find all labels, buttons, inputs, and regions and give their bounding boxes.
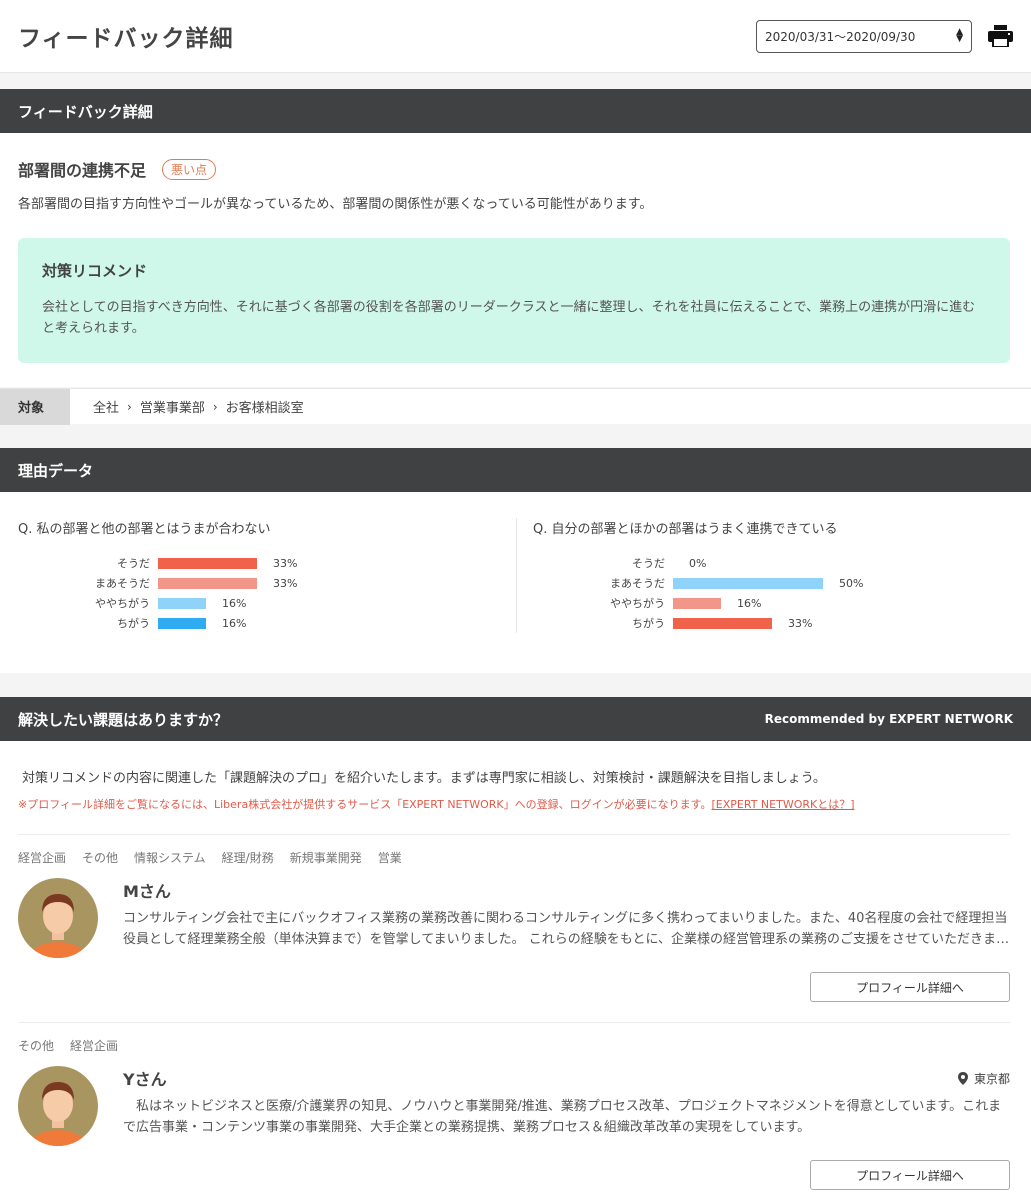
bar-row: ちがう 33%: [533, 613, 1031, 633]
bar-label: ややちがう: [95, 597, 150, 610]
expert-tags: 経営企画 その他 情報システム 経理/財務 新規事業開発 営業: [18, 849, 1010, 866]
recommend-box: 対策リコメンド 会社としての目指すべき方向性、それに基づく各部署の役割を各部署の…: [18, 238, 1010, 363]
breadcrumb: 全社 › 営業事業部 › お客様相談室: [93, 397, 304, 417]
avatar: [18, 1066, 98, 1146]
top-header: フィードバック詳細 2020/03/31〜2020/09/30 ▲ ▼: [0, 0, 1031, 73]
location-text: 東京都: [973, 1071, 1010, 1086]
expert-main: Mさんコンサルティング会社で主にバックオフィス業務の業務改善に関わるコンサルティ…: [18, 878, 1010, 958]
expert-info: Mさんコンサルティング会社で主にバックオフィス業務の業務改善に関わるコンサルティ…: [123, 878, 1010, 958]
bar: [158, 597, 206, 609]
bar-row: まあそうだ 33%: [18, 573, 516, 593]
target-label: 対象: [0, 388, 70, 425]
breadcrumb-item: お客様相談室: [225, 401, 304, 416]
expert-panel: 対策リコメンドの内容に関連した「課題解決のプロ」を紹介いたします。まずは専門家に…: [0, 741, 1031, 1200]
bar-row: まあそうだ 50%: [533, 573, 1031, 593]
bar-label: ややちがう: [610, 597, 665, 610]
date-range-select[interactable]: 2020/03/31〜2020/09/30 ▲ ▼: [756, 19, 972, 53]
expert-description: コンサルティング会社で主にバックオフィス業務の業務改善に関わるコンサルティングに…: [123, 911, 1008, 947]
profile-detail-button[interactable]: プロフィール詳細へ: [810, 1160, 1010, 1190]
feedback-section-header: フィードバック詳細: [0, 89, 1031, 133]
feedback-panel: 部署間の連携不足 悪い点 各部署間の目指す方向性やゴールが異なっているため、部署…: [0, 133, 1031, 387]
bar-label: ちがう: [117, 617, 150, 630]
bar: [673, 577, 823, 589]
expert-section-title: 解決したい課題はありますか？: [18, 710, 229, 729]
expert-name: Yさん: [123, 1070, 167, 1089]
bar-label: ちがう: [632, 617, 665, 630]
expert-tag: その他: [18, 1039, 55, 1053]
bar-row: そうだ 0%: [533, 553, 1031, 573]
select-arrows-icon: ▲ ▼: [956, 27, 963, 44]
reason-section-title: 理由データ: [18, 461, 94, 480]
expert-description: 私はネットビジネスと医療/介護業界の知見、ノウハウと事業開発/推進、業務プロセス…: [123, 1099, 1002, 1135]
bar-value: 16%: [737, 596, 762, 610]
feedback-section-title: フィードバック詳細: [18, 102, 153, 121]
avatar: [18, 878, 98, 958]
bar-value: 33%: [273, 576, 298, 590]
profile-detail-button[interactable]: プロフィール詳細へ: [810, 972, 1010, 1002]
bar: [158, 577, 257, 589]
issue-title: 部署間の連携不足: [18, 161, 147, 180]
bar-value: 33%: [788, 616, 813, 630]
bar-value: 16%: [222, 616, 247, 630]
target-row: 対象 全社 › 営業事業部 › お客様相談室: [0, 388, 1031, 425]
expert-info: Yさん 東京都 私はネットビジネスと医療/介護業界の知見、ノウハウと事業開発/推進…: [123, 1066, 1010, 1146]
expert-main: Yさん 東京都 私はネットビジネスと医療/介護業界の知見、ノウハウと事業開発/推進…: [18, 1066, 1010, 1146]
expert-card: 経営企画 その他 情報システム 経理/財務 新規事業開発 営業 Mさんコンサルティング会社で…: [18, 835, 1010, 1002]
expert-tag: 情報システム: [134, 851, 206, 865]
question-title: Q. 私の部署と他の部署とはうまが合わない: [18, 522, 271, 537]
print-icon[interactable]: [988, 25, 1013, 48]
page-title: フィードバック詳細: [18, 26, 234, 52]
bar: [673, 617, 772, 629]
question-title: Q. 自分の部署とほかの部署はうまく連携できている: [533, 522, 838, 537]
bar-label: まあそうだ: [95, 577, 150, 590]
issue-description: 各部署間の目指す方向性やゴールが異なっているため、部署間の関係性が悪くなっている…: [18, 197, 653, 212]
recommend-body: 会社としての目指すべき方向性、それに基づく各部署の役割を各部署のリーダークラスと…: [42, 300, 976, 336]
recommended-by-label: Recommended by EXPERT NETWORK: [764, 712, 1013, 726]
question-chart: Q. 私の部署と他の部署とはうまが合わないそうだ 33% まあそうだ 33% ややちがう…: [0, 518, 516, 633]
location-pin-icon: [957, 1071, 968, 1085]
bar-label: そうだ: [117, 557, 150, 570]
expert-tag: 営業: [377, 851, 402, 865]
chevron-right-icon: ›: [127, 399, 132, 414]
bar: [158, 557, 257, 569]
reason-section-header: 理由データ: [0, 448, 1031, 492]
expert-tag: その他: [82, 851, 119, 865]
login-notice: ※プロフィール詳細をご覧になるには、Libera株式会社が提供するサービス「EX…: [18, 796, 1010, 812]
bar-value: 33%: [273, 556, 298, 570]
bar-value: 0%: [689, 556, 707, 570]
bad-point-badge: 悪い点: [162, 158, 217, 180]
expert-section-header: 解決したい課題はありますか？ Recommended by EXPERT NET…: [0, 697, 1031, 741]
date-range-value: 2020/03/31〜2020/09/30: [765, 29, 916, 44]
reason-panel: Q. 私の部署と他の部署とはうまが合わないそうだ 33% まあそうだ 33% ややちがう…: [0, 492, 1031, 673]
expert-network-link[interactable]: [EXPERT NETWORKとは？]: [712, 798, 855, 811]
recommend-title: 対策リコメンド: [42, 262, 148, 280]
bar: [158, 617, 206, 629]
bar-label: そうだ: [632, 557, 665, 570]
bar-value: 50%: [839, 576, 864, 590]
bar-row: そうだ 33%: [18, 553, 516, 573]
expert-tag: 経理/財務: [221, 851, 274, 865]
expert-tag: 経営企画: [18, 851, 67, 865]
chevron-right-icon: ›: [212, 399, 218, 414]
expert-location: 東京都: [957, 1070, 1010, 1087]
bar-row: ちがう 16%: [18, 613, 516, 633]
bar-row: ややちがう 16%: [18, 593, 516, 613]
expert-intro: 対策リコメンドの内容に関連した「課題解決のプロ」を紹介いたします。まずは専門家に…: [22, 771, 826, 786]
bar-label: まあそうだ: [610, 577, 665, 590]
expert-tag: 新規事業開発: [289, 851, 362, 865]
expert-tags: その他 経営企画: [18, 1037, 1010, 1054]
expert-name: Mさん: [123, 882, 171, 901]
bar-row: ややちがう 16%: [533, 593, 1031, 613]
login-notice-text: ※プロフィール詳細をご覧になるには、Libera株式会社が提供するサービス「EX…: [18, 798, 712, 811]
breadcrumb-item: 営業事業部: [139, 401, 205, 416]
breadcrumb-item: 全社: [93, 401, 120, 416]
bar: [673, 597, 721, 609]
bar-value: 16%: [222, 596, 247, 610]
expert-tag: 経営企画: [70, 1039, 119, 1053]
question-chart: Q. 自分の部署とほかの部署はうまく連携できているそうだ 0% まあそうだ 50% やや…: [516, 518, 1031, 633]
expert-card: その他 経営企画 Yさん 東京都 私はネットビジネスと医療/介護業界の知見、ノウハウと…: [18, 1023, 1010, 1190]
